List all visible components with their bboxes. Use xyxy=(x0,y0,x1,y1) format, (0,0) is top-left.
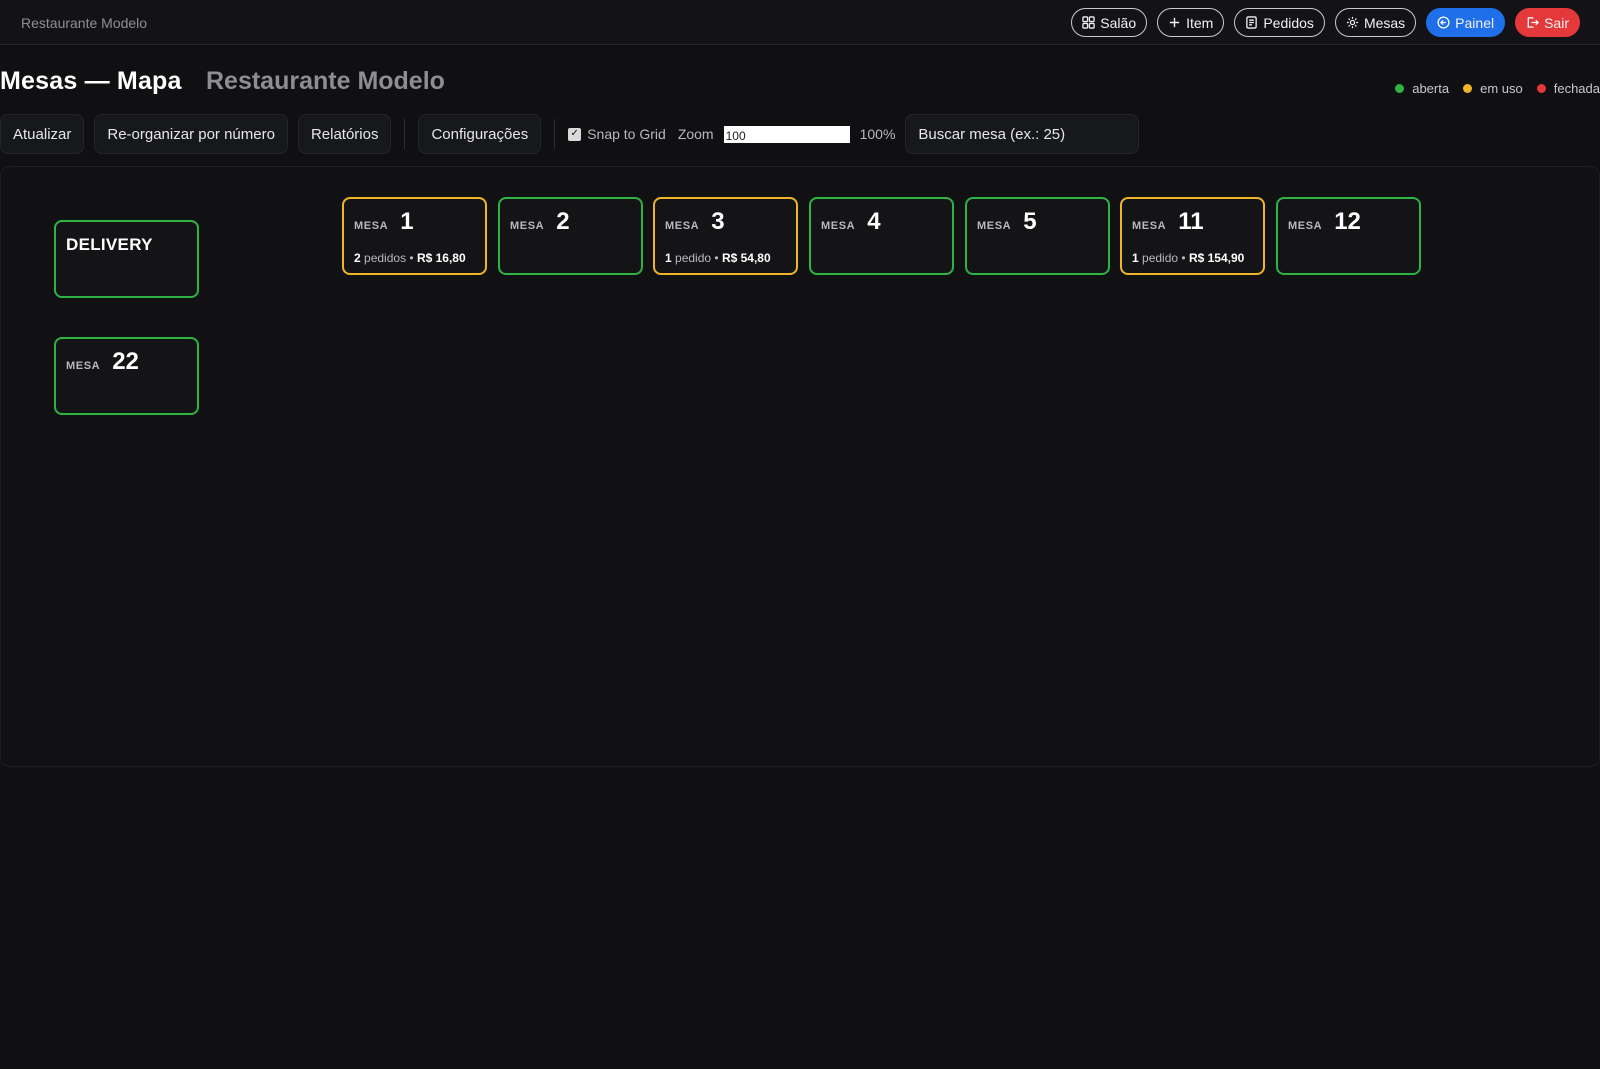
zoom-percent: 100% xyxy=(859,126,896,142)
red-dot-icon xyxy=(1536,84,1546,93)
mesa-label: MESA xyxy=(354,220,389,232)
table-card-22[interactable]: MESA 22 xyxy=(54,337,199,415)
reorganize-button[interactable]: Re-organizar por número xyxy=(94,114,288,154)
mesa-label: MESA xyxy=(665,220,700,232)
card-head: MESA 2 xyxy=(510,208,570,236)
top-nav: Salão Item Pedidos Mesas Painel Sair xyxy=(1071,8,1580,37)
table-card-2[interactable]: MESA 2 xyxy=(498,197,643,275)
table-number: 22 xyxy=(112,348,139,375)
legend-item-fechada: fechada xyxy=(1536,81,1600,96)
search-input[interactable]: Buscar mesa (ex.: 25) xyxy=(905,114,1140,154)
orders-count: 2 xyxy=(354,251,361,265)
table-number: 3 xyxy=(711,208,725,235)
table-card-11[interactable]: MESA 11 1 pedido • R$ 154,90 xyxy=(1120,197,1265,275)
table-number: 2 xyxy=(556,208,570,235)
nav-sair-label: Sair xyxy=(1544,14,1569,31)
card-head: MESA 3 xyxy=(665,208,725,236)
nav-item-button[interactable]: Item xyxy=(1157,8,1225,37)
table-number: 12 xyxy=(1334,208,1361,235)
table-orders-info: 2 pedidos • R$ 16,80 xyxy=(354,251,466,265)
mesa-label: MESA xyxy=(66,360,101,372)
logout-icon xyxy=(1526,16,1540,29)
orders-word: pedido xyxy=(1142,251,1179,265)
orders-total: R$ 16,80 xyxy=(416,251,466,265)
receipt-icon xyxy=(1245,16,1258,29)
legend-item-em-uso: em uso xyxy=(1463,81,1523,96)
orders-count: 1 xyxy=(665,251,672,265)
card-head: MESA 4 xyxy=(821,208,881,236)
table-number: 11 xyxy=(1178,208,1204,235)
brand-name: Restaurante Modelo xyxy=(21,15,148,31)
mesa-label: MESA xyxy=(1288,220,1323,232)
reports-button[interactable]: Relatórios xyxy=(297,114,392,154)
card-head: MESA 22 xyxy=(66,348,139,376)
card-head: MESA 5 xyxy=(977,208,1037,236)
table-card-4[interactable]: MESA 4 xyxy=(809,197,954,275)
nav-salao-button[interactable]: Salão xyxy=(1071,8,1148,37)
legend-item-aberta: aberta xyxy=(1395,81,1449,96)
delivery-label: DELIVERY xyxy=(66,235,153,254)
grid-icon xyxy=(1082,16,1096,29)
green-dot-icon xyxy=(1395,84,1405,93)
refresh-button[interactable]: Atualizar xyxy=(0,114,85,154)
orders-word: pedidos xyxy=(364,251,407,265)
nav-salao-label: Salão xyxy=(1100,14,1137,31)
orders-total: R$ 154,90 xyxy=(1188,251,1245,265)
nav-painel-button[interactable]: Painel xyxy=(1426,8,1506,37)
legend-label: fechada xyxy=(1553,81,1600,96)
table-map: DELIVERY MESA 22 MESA 1 2 pedidos • R$ 1… xyxy=(0,166,1600,767)
back-arrow-icon xyxy=(1437,16,1450,29)
table-card-3[interactable]: MESA 3 1 pedido • R$ 54,80 xyxy=(653,197,798,275)
snap-to-grid-toggle[interactable]: ✓ Snap to Grid xyxy=(568,126,666,142)
table-orders-info: 1 pedido • R$ 54,80 xyxy=(665,251,771,265)
table-card-5[interactable]: MESA 5 xyxy=(965,197,1110,275)
table-card-12[interactable]: MESA 12 xyxy=(1276,197,1421,275)
orders-word: pedido xyxy=(675,251,712,265)
yellow-dot-icon xyxy=(1463,84,1473,93)
page-subtitle: Restaurante Modelo xyxy=(206,67,445,95)
top-bar: Restaurante Modelo Salão Item Pedidos Me… xyxy=(0,0,1600,45)
toolbar-divider xyxy=(554,119,556,149)
table-card-1[interactable]: MESA 1 2 pedidos • R$ 16,80 xyxy=(342,197,487,275)
zoom-input[interactable]: 100 xyxy=(723,125,850,143)
card-head: MESA 11 xyxy=(1132,208,1204,236)
orders-total: R$ 54,80 xyxy=(721,251,771,265)
table-number: 5 xyxy=(1023,208,1037,235)
page-title: Mesas — Mapa xyxy=(0,67,182,95)
mesa-label: MESA xyxy=(1132,220,1167,232)
toolbar: Atualizar Re-organizar por número Relató… xyxy=(0,114,1140,154)
nav-mesas-button[interactable]: Mesas xyxy=(1334,8,1417,37)
nav-painel-label: Painel xyxy=(1455,14,1495,31)
orders-count: 1 xyxy=(1132,251,1139,265)
nav-sair-button[interactable]: Sair xyxy=(1515,8,1580,37)
gear-icon xyxy=(1346,16,1359,29)
table-number: 4 xyxy=(867,208,881,235)
table-orders-info: 1 pedido • R$ 154,90 xyxy=(1132,251,1245,265)
legend-label: aberta xyxy=(1412,81,1450,96)
snap-checkbox[interactable]: ✓ xyxy=(568,127,582,141)
legend-label: em uso xyxy=(1480,81,1523,96)
plus-icon xyxy=(1168,16,1181,29)
nav-pedidos-label: Pedidos xyxy=(1263,14,1314,31)
card-head: MESA 12 xyxy=(1288,208,1361,236)
table-number: 1 xyxy=(400,208,414,235)
toolbar-divider xyxy=(404,119,406,149)
settings-button[interactable]: Configurações xyxy=(418,114,542,154)
mesa-label: MESA xyxy=(510,220,545,232)
delivery-card[interactable]: DELIVERY xyxy=(54,220,199,298)
snap-label: Snap to Grid xyxy=(587,126,666,142)
nav-item-label: Item xyxy=(1186,14,1214,31)
nav-pedidos-button[interactable]: Pedidos xyxy=(1234,8,1325,37)
card-head: MESA 1 xyxy=(354,208,414,236)
status-legend: aberta em uso fechada xyxy=(1395,81,1600,96)
nav-mesas-label: Mesas xyxy=(1363,14,1406,31)
zoom-label: Zoom xyxy=(677,126,714,142)
mesa-label: MESA xyxy=(977,220,1012,232)
mesa-label: MESA xyxy=(821,220,856,232)
